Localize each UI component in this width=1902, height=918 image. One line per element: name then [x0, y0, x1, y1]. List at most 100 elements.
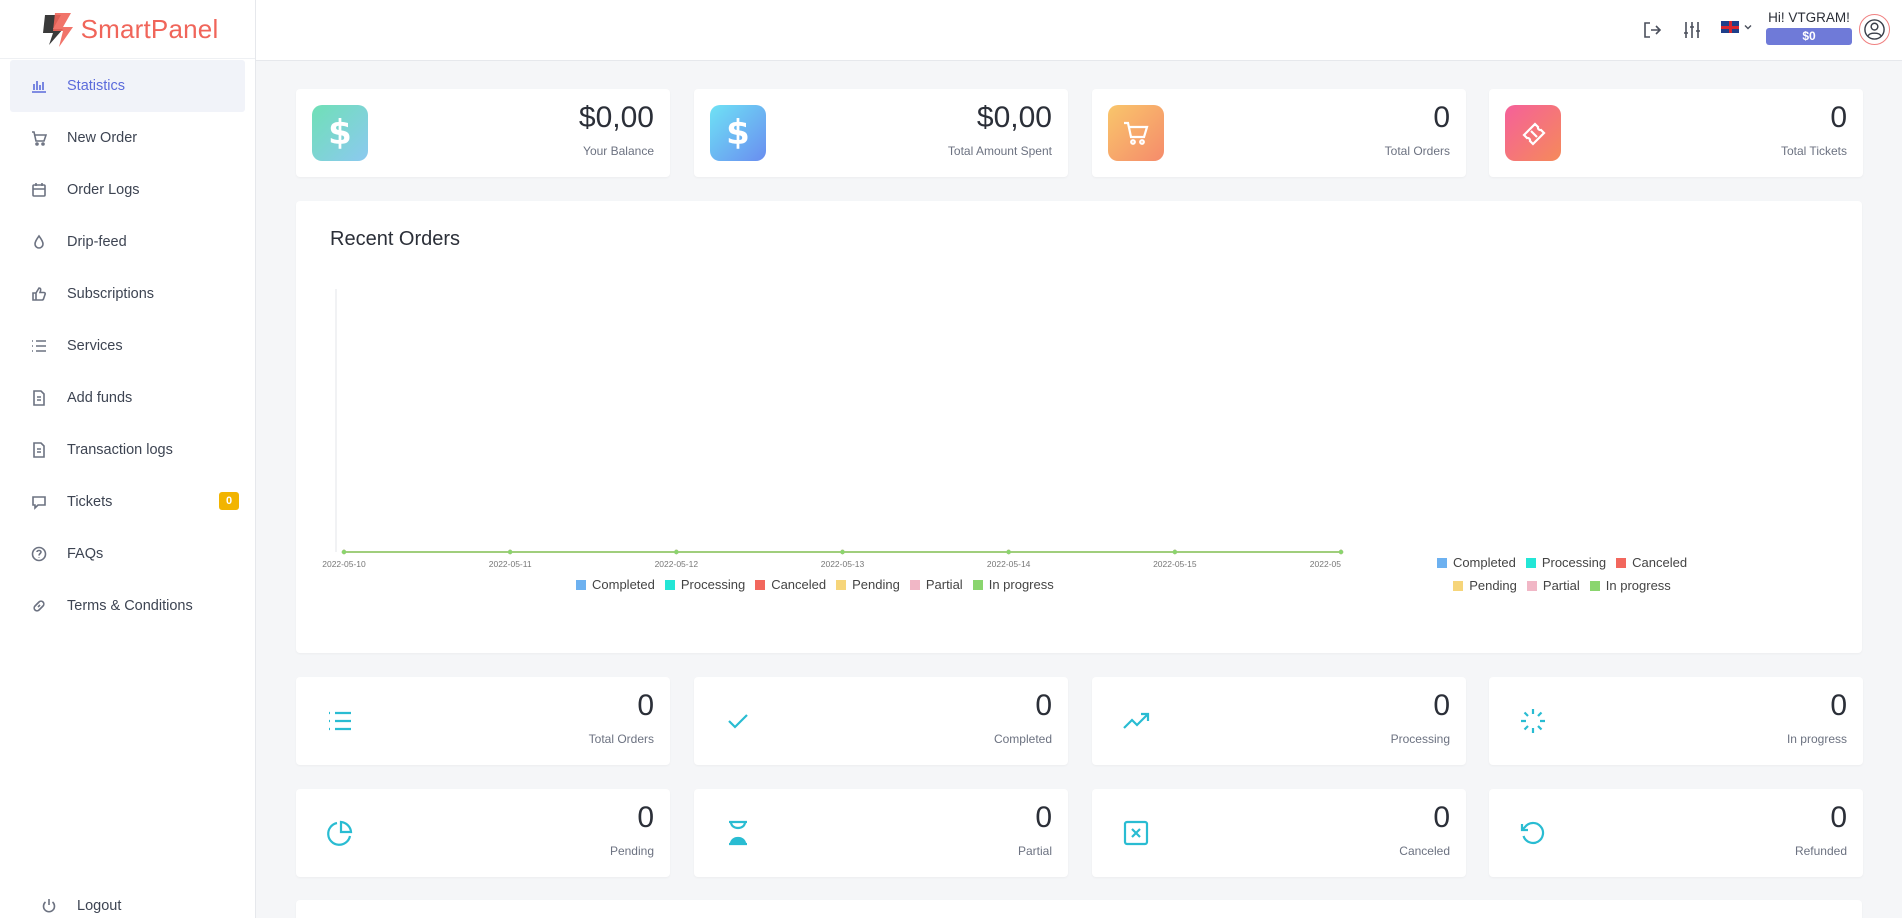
- data-point[interactable]: [840, 549, 845, 555]
- thumbs-up-icon: [30, 285, 48, 303]
- legend-item[interactable]: Partial: [909, 577, 963, 592]
- sidebar-nav: Statistics New Order Order Logs Drip-fee…: [0, 59, 255, 632]
- sidebar-item-label: Statistics: [67, 78, 126, 94]
- legend-item[interactable]: Pending: [836, 577, 900, 592]
- data-point[interactable]: [1338, 549, 1344, 555]
- legend-swatch: [836, 579, 847, 590]
- logo-area: SmartPanel: [0, 0, 255, 59]
- sidebar-item-order-logs[interactable]: Order Logs: [10, 164, 245, 216]
- stat-value: $0,00: [976, 101, 1052, 134]
- stat-label: Partial: [1017, 844, 1052, 858]
- data-point[interactable]: [1006, 549, 1011, 555]
- sidebar-item-label: Subscriptions: [67, 286, 155, 302]
- x-tick-label: 2022-05-11: [489, 559, 532, 569]
- legend-item[interactable]: Completed: [1436, 555, 1516, 570]
- chat-icon: [30, 493, 48, 511]
- status-card-processing: 0 Processing: [1092, 677, 1466, 765]
- legend-item[interactable]: Partial: [1526, 578, 1580, 593]
- sidebar-item-label: Services: [67, 338, 123, 354]
- uk-flag-icon: [1721, 21, 1739, 33]
- sidebar-item-new-order[interactable]: New Order: [10, 112, 245, 164]
- status-card-pending: 0 Pending: [296, 789, 670, 877]
- cart-icon: [30, 129, 48, 147]
- cart-icon: [1108, 105, 1164, 161]
- sidebar-item-statistics[interactable]: Statistics: [10, 60, 245, 112]
- stat-label: Total Orders: [1384, 144, 1450, 158]
- recent-orders-card: Recent Orders 2022-05-10 2022-05-11 2022-0…: [296, 201, 1862, 653]
- next-section-card: [296, 900, 1862, 918]
- legend-label: Partial: [1542, 578, 1580, 593]
- legend-item[interactable]: Processing: [1525, 555, 1607, 570]
- data-point[interactable]: [507, 549, 513, 555]
- legend-item[interactable]: In progress: [1589, 578, 1671, 593]
- legend-item[interactable]: Canceled: [755, 577, 826, 592]
- stat-label: Total Tickets: [1780, 144, 1847, 158]
- help-circle-icon: [30, 545, 48, 563]
- stat-value: $0,00: [578, 101, 654, 134]
- stat-value: 0: [1035, 689, 1052, 722]
- sidebar-item-label: Add funds: [67, 390, 133, 406]
- legend-item[interactable]: Canceled: [1616, 555, 1687, 570]
- logout-header-button[interactable]: [1641, 19, 1663, 41]
- legend-swatch: [972, 579, 983, 590]
- rotate-ccw-icon: [1515, 815, 1551, 851]
- loader-icon: [1515, 703, 1551, 739]
- legend-item[interactable]: Completed: [576, 577, 655, 592]
- x-tick-label: 2022-05-10: [322, 559, 366, 569]
- sliders-icon: [1684, 22, 1700, 38]
- sidebar-item-services[interactable]: Services: [10, 320, 245, 372]
- status-card-partial: 0 Partial: [694, 789, 1068, 877]
- stat-value: 0: [637, 689, 654, 722]
- stat-label: Processing: [1390, 732, 1450, 746]
- legend-label: Partial: [925, 577, 963, 592]
- legend-label: In progress: [988, 577, 1054, 592]
- pie-chart-legend: Completed Processing Canceled Pending Partia…: [1402, 555, 1732, 593]
- legend-label: Processing: [1541, 555, 1607, 570]
- data-point[interactable]: [674, 549, 679, 555]
- legend-item[interactable]: Pending: [1453, 578, 1517, 593]
- stat-label: Canceled: [1399, 844, 1450, 858]
- settings-sliders-button[interactable]: [1681, 19, 1703, 41]
- x-square-icon: [1118, 815, 1154, 851]
- stat-value: 0: [1433, 689, 1450, 722]
- sidebar-item-tickets[interactable]: Tickets 0: [10, 476, 245, 528]
- legend-label: Pending: [1469, 578, 1517, 593]
- sidebar-item-subscriptions[interactable]: Subscriptions: [10, 268, 245, 320]
- logo[interactable]: SmartPanel: [37, 9, 219, 49]
- legend-swatch: [1525, 557, 1536, 568]
- sidebar-item-label: Tickets: [67, 494, 113, 510]
- sidebar-item-terms[interactable]: Terms & Conditions: [10, 580, 245, 632]
- stat-label: Total Orders: [588, 732, 654, 746]
- legend-label: Processing: [680, 577, 746, 592]
- sidebar-item-faqs[interactable]: FAQs: [10, 528, 245, 580]
- sidebar-item-add-funds[interactable]: Add funds: [10, 372, 245, 424]
- sidebar-item-label: Terms & Conditions: [67, 598, 193, 614]
- legend-item[interactable]: Processing: [664, 577, 746, 592]
- logout-button[interactable]: Logout: [20, 884, 254, 918]
- sidebar-item-label: Order Logs: [67, 182, 140, 198]
- hourglass-icon: [720, 815, 756, 851]
- x-tick-label: 2022-05-12: [655, 559, 699, 569]
- sidebar: SmartPanel Statistics New Order Order Lo…: [0, 0, 256, 918]
- ticket-icon: [1505, 105, 1561, 161]
- legend-item[interactable]: In progress: [972, 577, 1054, 592]
- sidebar-item-transaction-logs[interactable]: Transaction logs: [10, 424, 245, 476]
- user-icon: [1864, 19, 1885, 40]
- tickets-badge: 0: [219, 492, 239, 510]
- calendar-icon: [30, 181, 48, 199]
- balance-badge[interactable]: $0: [1766, 28, 1852, 45]
- data-point[interactable]: [341, 549, 347, 555]
- stat-value: 0: [637, 801, 654, 834]
- stat-value: 0: [1830, 689, 1847, 722]
- legend-swatch: [664, 579, 675, 590]
- data-point[interactable]: [1172, 549, 1178, 555]
- power-icon: [40, 897, 58, 915]
- sidebar-item-label: New Order: [67, 130, 138, 146]
- legend-swatch: [1616, 557, 1627, 568]
- logout-label: Logout: [77, 898, 122, 914]
- sidebar-item-drip-feed[interactable]: Drip-feed: [10, 216, 245, 268]
- legend-swatch: [755, 579, 766, 590]
- avatar[interactable]: [1859, 14, 1890, 45]
- language-selector[interactable]: [1721, 21, 1753, 33]
- dollar-icon: $: [312, 105, 368, 161]
